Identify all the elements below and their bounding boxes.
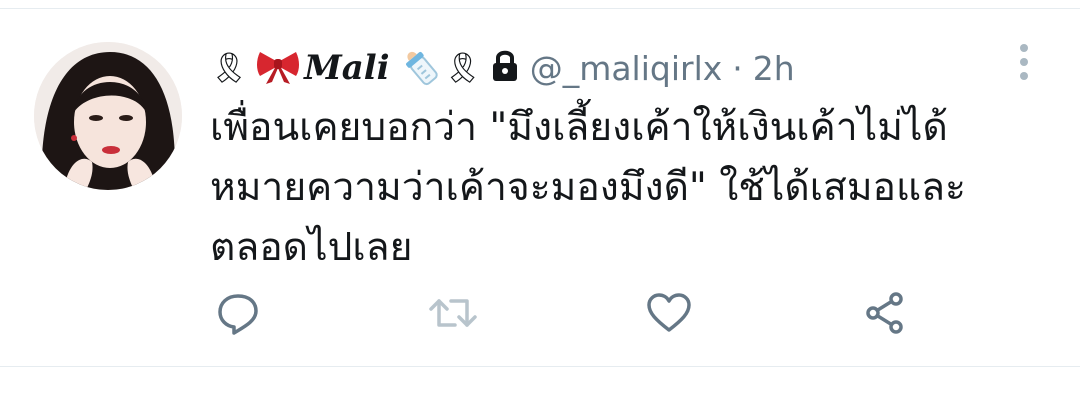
ribbon-bow-icon [256,46,300,90]
divider [0,8,1080,9]
divider [0,366,1080,367]
tweet-card[interactable]: 🎗 Mali 🎗 @_maliqirlx · 2h เพื่อนเคยบอกว่… [0,0,1080,393]
ribbon-decor-right: 🎗 [443,50,482,86]
user-handle[interactable]: @_maliqirlx [530,49,723,88]
heart-icon [647,293,691,332]
timestamp[interactable]: 2h [753,49,795,88]
more-vertical-icon[interactable] [1010,42,1038,82]
retweet-icon [429,299,477,327]
lock-icon [490,49,520,87]
share-icon [866,292,903,334]
ribbon-decor-left: 🎗 [210,50,249,86]
baby-bottle-icon [400,45,440,91]
reply-icon [218,294,258,335]
retweet-button[interactable] [426,286,480,340]
reply-button[interactable] [211,286,265,340]
action-bar [0,286,1080,340]
avatar[interactable] [34,42,182,190]
like-button[interactable] [642,286,696,340]
share-button[interactable] [858,286,912,340]
separator-dot: · [732,48,743,88]
tweet-header: 🎗 Mali 🎗 @_maliqirlx · 2h [210,40,795,96]
display-name[interactable]: Mali [304,48,390,88]
tweet-text: เพื่อนเคยบอกว่า "มึงเลี้ยงเค้าให้เงินเค้… [210,105,966,270]
